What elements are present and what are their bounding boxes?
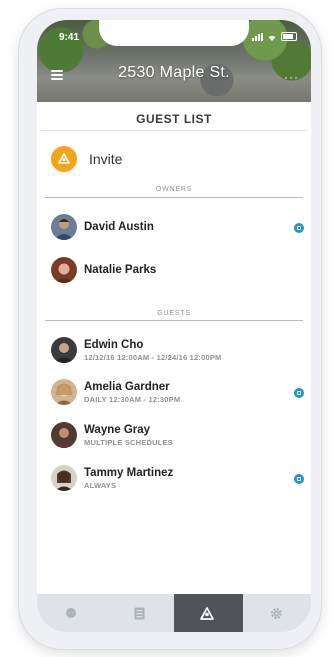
page-title: GUEST LIST xyxy=(136,112,212,126)
gear-icon xyxy=(271,607,283,619)
access-schedule: MULTIPLE SCHEDULES xyxy=(84,437,173,447)
invite-label: Invite xyxy=(89,151,123,167)
guests-section-header: GUESTS xyxy=(157,310,191,317)
add-person-icon xyxy=(51,146,77,172)
person-name: Natalie Parks xyxy=(84,264,157,276)
avatar xyxy=(51,214,77,240)
wifi-icon xyxy=(268,35,276,41)
property-header: 9:41 2530 Maple St. ··· xyxy=(37,20,311,102)
access-schedule: 12/12/16 12:00AM - 12/24/16 12:00PM xyxy=(84,352,222,362)
tab-settings[interactable] xyxy=(243,594,312,632)
avatar xyxy=(51,422,77,448)
tab-guests[interactable] xyxy=(174,594,243,632)
guest-row[interactable]: Tammy Martinez ALWAYS xyxy=(51,465,173,491)
person-name: Amelia Gardner xyxy=(84,380,170,393)
tab-home[interactable] xyxy=(37,594,106,632)
avatar xyxy=(51,379,77,405)
owner-row[interactable]: Natalie Parks xyxy=(51,257,156,283)
connected-device-icon xyxy=(294,388,304,398)
property-address: 2530 Maple St. xyxy=(118,64,230,81)
tab-activity[interactable] xyxy=(106,594,175,632)
battery-icon xyxy=(281,32,297,41)
access-schedule: DAILY 12:30AM - 12:30PM xyxy=(84,394,181,404)
invite-button[interactable]: Invite xyxy=(51,146,122,172)
connected-device-icon xyxy=(294,474,304,484)
owners-section-header: OWNERS xyxy=(155,186,193,193)
list-icon xyxy=(134,607,145,619)
person-name: Wayne Gray xyxy=(84,423,151,436)
bottom-tab-bar xyxy=(37,594,311,632)
owner-row[interactable]: David Austin xyxy=(51,214,154,240)
connected-device-icon xyxy=(294,223,304,233)
more-options-icon[interactable]: ··· xyxy=(284,70,299,84)
avatar xyxy=(51,337,77,363)
avatar xyxy=(51,257,77,283)
app-screen: 9:41 2530 Maple St. ··· GUEST LIST Invit… xyxy=(37,20,311,632)
guests-divider xyxy=(45,320,303,321)
guest-row[interactable]: Edwin Cho 12/12/16 12:00AM - 12/24/16 12… xyxy=(51,337,222,363)
owners-divider xyxy=(45,197,303,198)
status-time: 9:41 xyxy=(59,32,80,43)
access-schedule: ALWAYS xyxy=(84,480,117,490)
person-name: Edwin Cho xyxy=(84,338,144,351)
status-icons xyxy=(252,32,297,41)
person-name: Tammy Martinez xyxy=(84,466,174,479)
device-notch xyxy=(99,20,249,46)
signal-icon xyxy=(252,32,263,41)
guest-row[interactable]: Wayne Gray MULTIPLE SCHEDULES xyxy=(51,422,173,448)
title-divider xyxy=(41,130,307,131)
person-name: David Austin xyxy=(84,221,154,233)
guest-row[interactable]: Amelia Gardner DAILY 12:30AM - 12:30PM xyxy=(51,379,180,405)
avatar xyxy=(51,465,77,491)
guests-icon xyxy=(200,606,215,620)
circle-icon xyxy=(66,608,77,618)
